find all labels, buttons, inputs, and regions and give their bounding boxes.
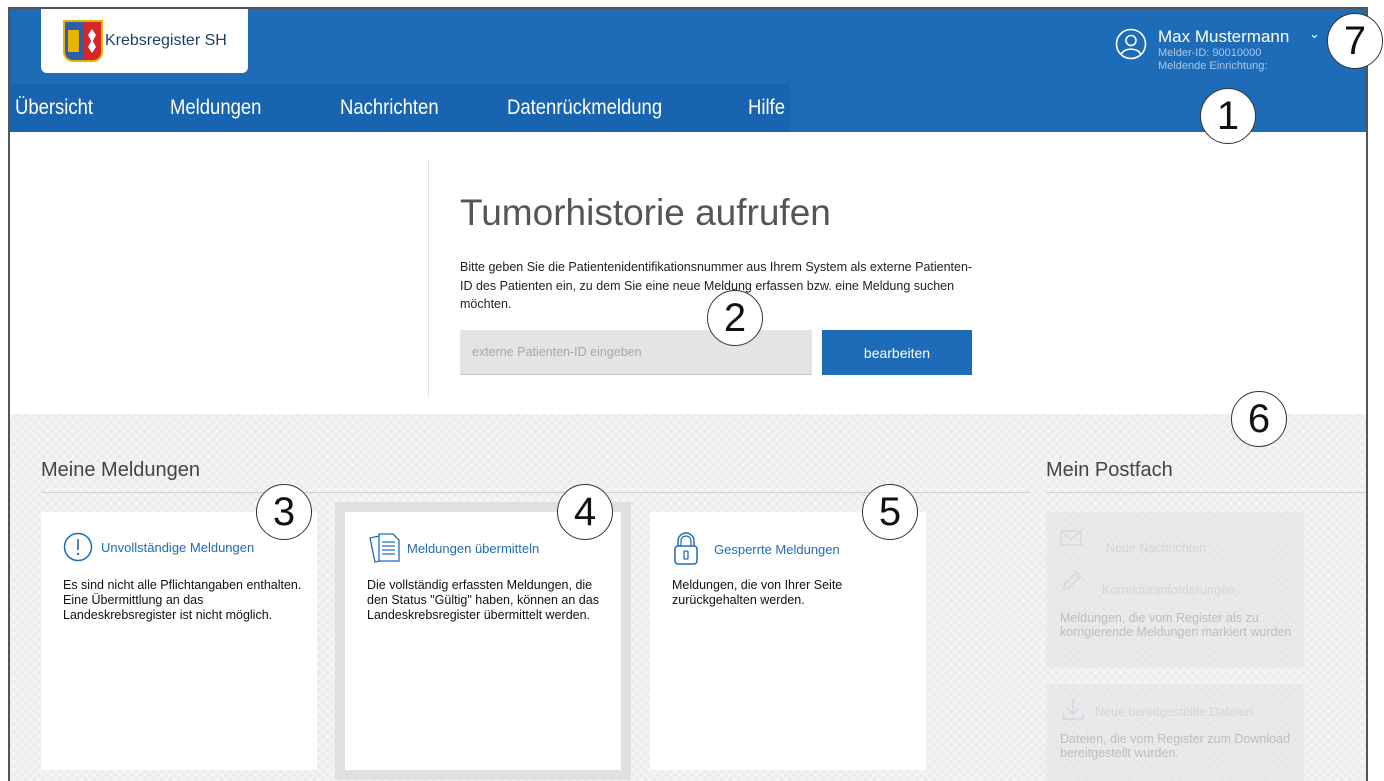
- melder-id: Melder-ID: 90010000: [1158, 47, 1262, 59]
- callout-2: 2: [707, 290, 763, 346]
- main-nav: Übersicht Meldungen Nachrichten Datenrüc…: [10, 84, 790, 132]
- card-unvollstaendige-meldungen[interactable]: Unvollständige Meldungen Es sind nicht a…: [41, 512, 317, 770]
- callout-7: 7: [1327, 13, 1383, 69]
- user-name: Max Mustermann: [1158, 27, 1290, 46]
- meine-meldungen-title: Meine Meldungen: [41, 459, 200, 481]
- neue-dateien-link[interactable]: Neue bereitgestellte Dateien: [1095, 705, 1253, 719]
- nav-item-datenrueckmeldung[interactable]: Datenrückmeldung: [507, 96, 662, 120]
- card-text: Meldungen, die von Ihrer Seite zurückgeh…: [672, 578, 843, 607]
- user-icon: [1115, 28, 1147, 60]
- callout-4: 4: [557, 484, 613, 540]
- logo-text: Krebsregister SH: [105, 32, 227, 49]
- card-meldungen-uebermitteln[interactable]: Meldungen übermitteln Die vollständig er…: [345, 512, 621, 770]
- lock-icon: [674, 532, 698, 565]
- callout-1: 1: [1200, 88, 1256, 144]
- korrektur-text: Meldungen, die vom Register als zu korri…: [1060, 611, 1292, 639]
- logo[interactable]: Krebsregister SH: [41, 9, 248, 73]
- dateien-text: Dateien, die vom Register zum Download b…: [1060, 732, 1290, 760]
- bearbeiten-button[interactable]: bearbeiten: [822, 330, 972, 375]
- patient-id-input[interactable]: [460, 330, 812, 375]
- pencil-icon: [1061, 570, 1083, 592]
- card-title: Gesperrte Meldungen: [714, 541, 840, 557]
- card-text: Die vollständig erfassten Meldungen, die…: [367, 578, 599, 622]
- nav-item-uebersicht[interactable]: Übersicht: [15, 96, 93, 120]
- nav-item-nachrichten[interactable]: Nachrichten: [340, 96, 439, 120]
- nav-item-meldungen[interactable]: Meldungen: [170, 96, 261, 120]
- user-menu[interactable]: Max Mustermann ⌄ Melder-ID: 90010000 Mel…: [1115, 26, 1355, 87]
- mein-postfach-title: Mein Postfach: [1046, 459, 1173, 481]
- neue-nachrichten-link[interactable]: Neue Nachrichten: [1106, 541, 1206, 555]
- card-gesperrte-meldungen[interactable]: Gesperrte Meldungen Meldungen, die von I…: [650, 512, 926, 770]
- callout-6: 6: [1231, 391, 1287, 447]
- korrekturanforderungen-link[interactable]: Korrekturanforderungen: [1102, 583, 1235, 597]
- download-icon: [1062, 699, 1084, 720]
- envelope-icon: [1060, 530, 1082, 546]
- divider: [428, 160, 429, 396]
- card-text: Es sind nicht alle Pflichtangaben enthal…: [63, 578, 302, 622]
- meldende-einrichtung: Meldende Einrichtung:: [1158, 60, 1268, 72]
- nav-item-hilfe[interactable]: Hilfe: [748, 96, 785, 120]
- callout-5: 5: [862, 484, 918, 540]
- card-title: Meldungen übermitteln: [407, 540, 540, 556]
- documents-icon: [369, 533, 400, 563]
- exclamation-circle-icon: [63, 532, 93, 562]
- page-title: Tumorhistorie aufrufen: [460, 192, 831, 233]
- dashboard-section: Meine Meldungen Unvollständige Meldungen…: [10, 414, 1366, 781]
- search-section: Tumorhistorie aufrufen Bitte geben Sie d…: [10, 132, 1366, 414]
- divider: [1046, 492, 1366, 493]
- coat-of-arms-icon: [63, 20, 103, 62]
- callout-3: 3: [256, 484, 312, 540]
- app-frame: Krebsregister SH Übersicht Meldungen Nac…: [8, 7, 1368, 781]
- header: Krebsregister SH Übersicht Meldungen Nac…: [10, 9, 1366, 132]
- chevron-down-icon[interactable]: ⌄: [1309, 26, 1320, 42]
- card-title: Unvollständige Meldungen: [101, 539, 255, 555]
